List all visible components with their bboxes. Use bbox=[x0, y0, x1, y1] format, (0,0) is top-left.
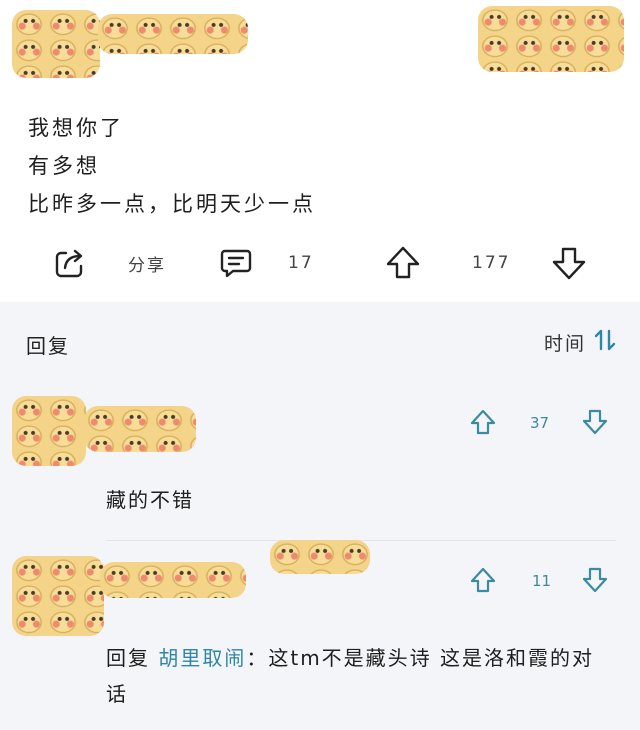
reply-1-content: 藏的不错 bbox=[106, 488, 194, 512]
upvote-button[interactable] bbox=[384, 240, 422, 286]
reply-to-user-link[interactable]: 胡里取闹 bbox=[158, 646, 246, 670]
share-label: 分享 bbox=[128, 255, 166, 276]
reply-2-downvote-button[interactable] bbox=[582, 566, 608, 598]
replies-title: 回复 bbox=[26, 334, 70, 358]
sort-label: 时间 bbox=[543, 332, 586, 355]
reply-1-downvote-button[interactable] bbox=[582, 408, 608, 440]
arrow-down-icon bbox=[582, 566, 608, 598]
reply-1-vote-wrap: 37 bbox=[530, 414, 549, 432]
reply-2-username-censored bbox=[100, 562, 246, 598]
sort-arrows-icon bbox=[594, 328, 616, 356]
comment-button[interactable]: 17 bbox=[218, 240, 314, 286]
reply-2-vote-wrap: 11 bbox=[532, 572, 551, 590]
post-card: 我想你了 有多想 比昨多一点，比明天少一点 分享 17 177 bbox=[0, 0, 640, 300]
reply-1-username-censored bbox=[84, 406, 196, 452]
badge-sticker-censored bbox=[478, 6, 624, 72]
replies-section: 回复 时间 37 藏的不错 11 回复 胡里取闹：这tm不是藏头诗 这是洛和霞的… bbox=[0, 302, 640, 730]
reply-1-avatar-censored bbox=[12, 396, 86, 466]
post-line-1: 我想你了 bbox=[28, 116, 124, 140]
reply-2-content: 回复 胡里取闹：这tm不是藏头诗 这是洛和霞的对话 bbox=[106, 640, 616, 712]
reply-1-vote-count: 37 bbox=[530, 414, 550, 432]
arrow-up-icon bbox=[470, 566, 496, 598]
username-sticker-censored bbox=[98, 14, 248, 54]
arrow-down-icon bbox=[550, 244, 588, 282]
arrow-up-icon bbox=[470, 408, 496, 440]
reply-2-avatar-censored bbox=[12, 556, 104, 636]
reply-prefix: 回复 bbox=[106, 646, 150, 670]
reply-2-vote-count: 11 bbox=[532, 572, 552, 590]
post-line-2: 有多想 bbox=[28, 154, 100, 178]
reply-1-upvote-button[interactable] bbox=[470, 408, 496, 440]
post-vote-count: 177 bbox=[472, 253, 511, 273]
comment-count: 17 bbox=[288, 253, 314, 273]
reply-2-badge-censored bbox=[270, 540, 370, 574]
arrow-up-icon bbox=[384, 244, 422, 282]
arrow-down-icon bbox=[582, 408, 608, 440]
comment-icon bbox=[218, 245, 254, 281]
sort-by-time-button[interactable]: 时间 bbox=[544, 328, 616, 356]
post-line-3: 比昨多一点，比明天少一点 bbox=[28, 192, 316, 216]
share-icon bbox=[52, 245, 88, 281]
share-button[interactable]: 分享 bbox=[52, 240, 166, 286]
downvote-button[interactable] bbox=[550, 240, 588, 286]
avatar-sticker-censored bbox=[12, 10, 100, 78]
post-vote-count-wrap: 177 bbox=[472, 240, 510, 286]
reply-2-upvote-button[interactable] bbox=[470, 566, 496, 598]
